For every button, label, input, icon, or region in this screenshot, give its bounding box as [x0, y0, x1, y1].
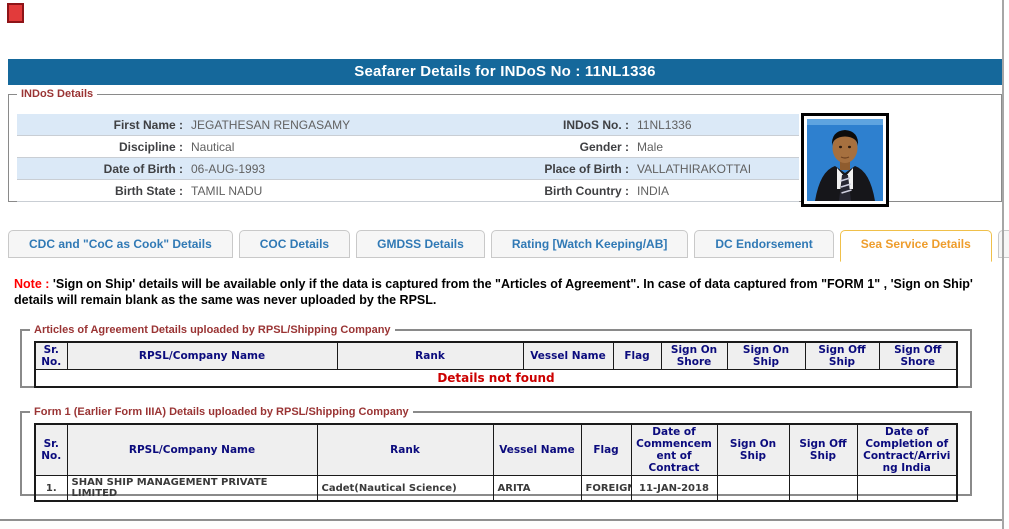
indos-details-legend: INDoS Details	[21, 88, 94, 100]
field-label: Date of Birth :	[103, 161, 183, 176]
field-value: INDIA	[637, 183, 670, 198]
indos-row-discipline: Discipline : Nautical Gender : Male	[17, 136, 799, 158]
field-label: Birth Country :	[544, 183, 629, 198]
field-value: Male	[637, 139, 664, 154]
col-header-sign-on-shore: Sign On Shore	[660, 341, 728, 370]
indos-row-birthdate: Date of Birth : 06-AUG-1993 Place of Bir…	[17, 158, 799, 180]
frame-bottom-border	[0, 519, 1004, 521]
indos-details-grid: First Name : JEGATHESAN RENGASAMY INDoS …	[17, 114, 799, 202]
col-header-sign-on-ship: Sign On Ship	[726, 341, 806, 370]
indos-row-name: First Name : JEGATHESAN RENGASAMY INDoS …	[17, 114, 799, 136]
field-label: Birth State :	[114, 183, 183, 198]
frame-right-border	[1002, 0, 1004, 529]
tab-dc-endorsement[interactable]: DC Endorsement	[694, 230, 834, 258]
tab-cdc-coc-as-cook-details[interactable]: CDC and "CoC as Cook" Details	[8, 230, 233, 258]
field-value: TAMIL NADU	[191, 183, 263, 198]
col-header-flag: Flag	[580, 423, 632, 476]
col-header-rpsl-company: RPSL/Company Name	[66, 423, 318, 476]
indos-row-birthstate: Birth State : TAMIL NADU Birth Country :…	[17, 180, 799, 202]
col-header-sign-off-shore: Sign Off Shore	[878, 341, 958, 370]
cell-vessel-name: ARITA	[492, 475, 582, 502]
articles-of-agreement-table: Sr. No. RPSL/Company Name Rank Vessel Na…	[34, 341, 958, 388]
cell-sr-no: 1.	[34, 475, 68, 502]
col-header-vessel-name: Vessel Name	[492, 423, 582, 476]
sign-on-ship-note: Note : 'Sign on Ship' details will be av…	[14, 276, 992, 308]
field-label: Place of Birth :	[544, 161, 629, 176]
cell-rank: Cadet(Nautical Science)	[316, 475, 494, 502]
col-header-sr-no: Sr. No.	[34, 341, 68, 370]
note-prefix: Note :	[14, 277, 50, 291]
note-text: 'Sign on Ship' details will be available…	[14, 277, 973, 307]
seafarer-details-page: Seafarer Details for INDoS No : 11NL1336…	[0, 0, 1009, 529]
col-header-sign-off-ship: Sign Off Ship	[804, 341, 880, 370]
cell-completion-date	[856, 475, 958, 502]
field-value: VALLATHIRAKOTTAI	[637, 161, 752, 176]
col-header-vessel-name: Vessel Name	[522, 341, 614, 370]
col-header-flag: Flag	[612, 341, 662, 370]
broken-image-placeholder-icon	[7, 3, 24, 23]
page-title: Seafarer Details for INDoS No : 11NL1336	[8, 59, 1002, 85]
field-label: Gender :	[579, 139, 629, 154]
form1-details-fieldset: Form 1 (Earlier Form IIIA) Details uploa…	[20, 406, 972, 502]
col-header-sign-on-ship: Sign On Ship	[716, 423, 790, 476]
form1-details-table: Sr. No. RPSL/Company Name Rank Vessel Na…	[34, 423, 958, 502]
field-label: Discipline :	[118, 139, 183, 154]
cell-sign-off-ship	[788, 475, 858, 502]
field-value: 06-AUG-1993	[191, 161, 266, 176]
articles-of-agreement-legend: Articles of Agreement Details uploaded b…	[34, 324, 391, 336]
field-value: Nautical	[191, 139, 235, 154]
form1-details-legend: Form 1 (Earlier Form IIIA) Details uploa…	[34, 406, 409, 418]
bottom-padding	[0, 521, 1009, 529]
table-header-row: Sr. No. RPSL/Company Name Rank Vessel Na…	[34, 423, 958, 476]
tab-sea-service-details[interactable]: Sea Service Details	[839, 230, 992, 262]
cell-flag: FOREIGN	[580, 475, 632, 502]
articles-of-agreement-fieldset: Articles of Agreement Details uploaded b…	[20, 324, 972, 388]
details-not-found-message: Details not found	[34, 369, 958, 387]
table-empty-row: Details not found	[34, 369, 958, 387]
col-header-rank: Rank	[316, 423, 494, 476]
seafarer-photo	[801, 113, 889, 207]
field-value: JEGATHESAN RENGASAMY	[191, 117, 351, 132]
col-header-rpsl-company: RPSL/Company Name	[66, 341, 338, 370]
cell-sign-on-ship	[716, 475, 790, 502]
tab-coc-details[interactable]: COC Details	[238, 230, 351, 258]
cell-commencement-date: 11-JAN-2018	[630, 475, 718, 502]
col-header-sr-no: Sr. No.	[34, 423, 68, 476]
col-header-commencement-date: Date of Commencement of Contract	[630, 423, 718, 476]
col-header-rank: Rank	[336, 341, 524, 370]
table-header-row: Sr. No. RPSL/Company Name Rank Vessel Na…	[34, 341, 958, 370]
detail-tabs: CDC and "CoC as Cook" Details COC Detail…	[8, 230, 1009, 262]
field-label: INDoS No. :	[563, 117, 629, 132]
tab-gmdss-details[interactable]: GMDSS Details	[356, 230, 485, 258]
col-header-sign-off-ship: Sign Off Ship	[788, 423, 858, 476]
tab-rating-watch-keeping-ab[interactable]: Rating [Watch Keeping/AB]	[490, 230, 689, 258]
indos-details-fieldset: INDoS Details First Name : JEGATHESAN RE…	[8, 88, 1002, 207]
table-row: 1. SHAN SHIP MANAGEMENT PRIVATE LIMITED …	[34, 475, 958, 502]
cell-company-name: SHAN SHIP MANAGEMENT PRIVATE LIMITED	[66, 475, 318, 502]
field-label: First Name :	[113, 117, 183, 132]
col-header-completion-date: Date of Completion of Contract/Arriving …	[856, 423, 958, 476]
field-value: 11NL1336	[637, 117, 692, 132]
